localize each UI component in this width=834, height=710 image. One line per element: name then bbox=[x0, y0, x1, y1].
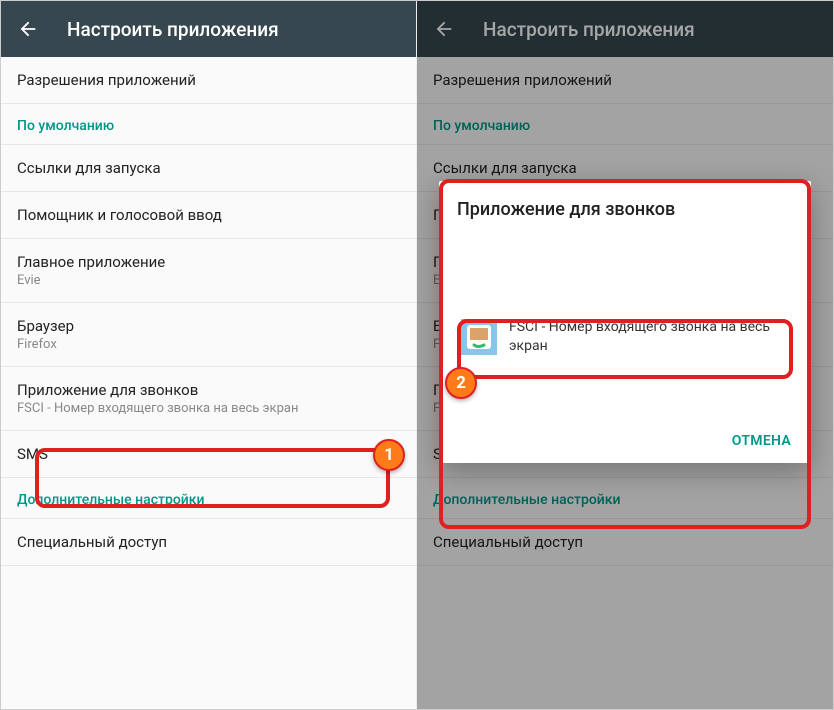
toolbar: Настроить приложения bbox=[1, 1, 416, 57]
dialog-option-label: FSCI - Номер входящего звонка на весь эк… bbox=[509, 318, 789, 356]
settings-list: Разрешения приложений По умолчанию Ссылк… bbox=[1, 57, 416, 566]
item-label: Главное приложение bbox=[17, 253, 400, 271]
screenshot-pair: Настроить приложения Разрешения приложен… bbox=[0, 0, 834, 710]
phone-right: Настроить приложения Разрешения приложен… bbox=[417, 1, 833, 709]
calls-app-dialog: Приложение для звонков FSCI - Номер вход… bbox=[439, 181, 811, 463]
fsci-app-icon bbox=[461, 319, 497, 355]
item-label: Помощник и голосовой ввод bbox=[17, 206, 400, 224]
step-badge-1: 1 bbox=[373, 439, 405, 471]
item-label: Браузер bbox=[17, 317, 400, 335]
item-home-app[interactable]: Главное приложение Evie bbox=[1, 239, 416, 303]
item-label: Приложение для звонков bbox=[17, 381, 400, 399]
item-sublabel: Firefox bbox=[17, 337, 400, 352]
item-sms[interactable]: SMS bbox=[1, 431, 416, 478]
phone-left: Настроить приложения Разрешения приложен… bbox=[1, 1, 417, 709]
cancel-button[interactable]: ОТМЕНА bbox=[732, 433, 791, 449]
item-sublabel: Evie bbox=[17, 273, 400, 288]
section-advanced: Дополнительные настройки bbox=[1, 478, 416, 519]
section-defaults: По умолчанию bbox=[1, 104, 416, 145]
dialog-actions: ОТМЕНА bbox=[457, 424, 793, 455]
item-label: Разрешения приложений bbox=[17, 71, 400, 89]
item-permissions[interactable]: Разрешения приложений bbox=[1, 57, 416, 104]
toolbar-title: Настроить приложения bbox=[67, 18, 279, 41]
item-assistant[interactable]: Помощник и голосовой ввод bbox=[1, 192, 416, 239]
item-label: Ссылки для запуска bbox=[17, 159, 400, 177]
dialog-title: Приложение для звонков bbox=[457, 199, 793, 220]
item-special-access[interactable]: Специальный доступ bbox=[1, 519, 416, 566]
dialog-option-fsci[interactable]: FSCI - Номер входящего звонка на весь эк… bbox=[457, 310, 793, 364]
item-launch-links[interactable]: Ссылки для запуска bbox=[1, 145, 416, 192]
back-arrow-icon[interactable] bbox=[17, 18, 39, 40]
item-label: Специальный доступ bbox=[17, 533, 400, 551]
item-label: SMS bbox=[17, 445, 400, 463]
item-browser[interactable]: Браузер Firefox bbox=[1, 303, 416, 367]
item-sublabel: FSCI - Номер входящего звонка на весь эк… bbox=[17, 401, 400, 416]
item-calls-app[interactable]: Приложение для звонков FSCI - Номер вход… bbox=[1, 367, 416, 431]
step-badge-2: 2 bbox=[445, 367, 477, 399]
